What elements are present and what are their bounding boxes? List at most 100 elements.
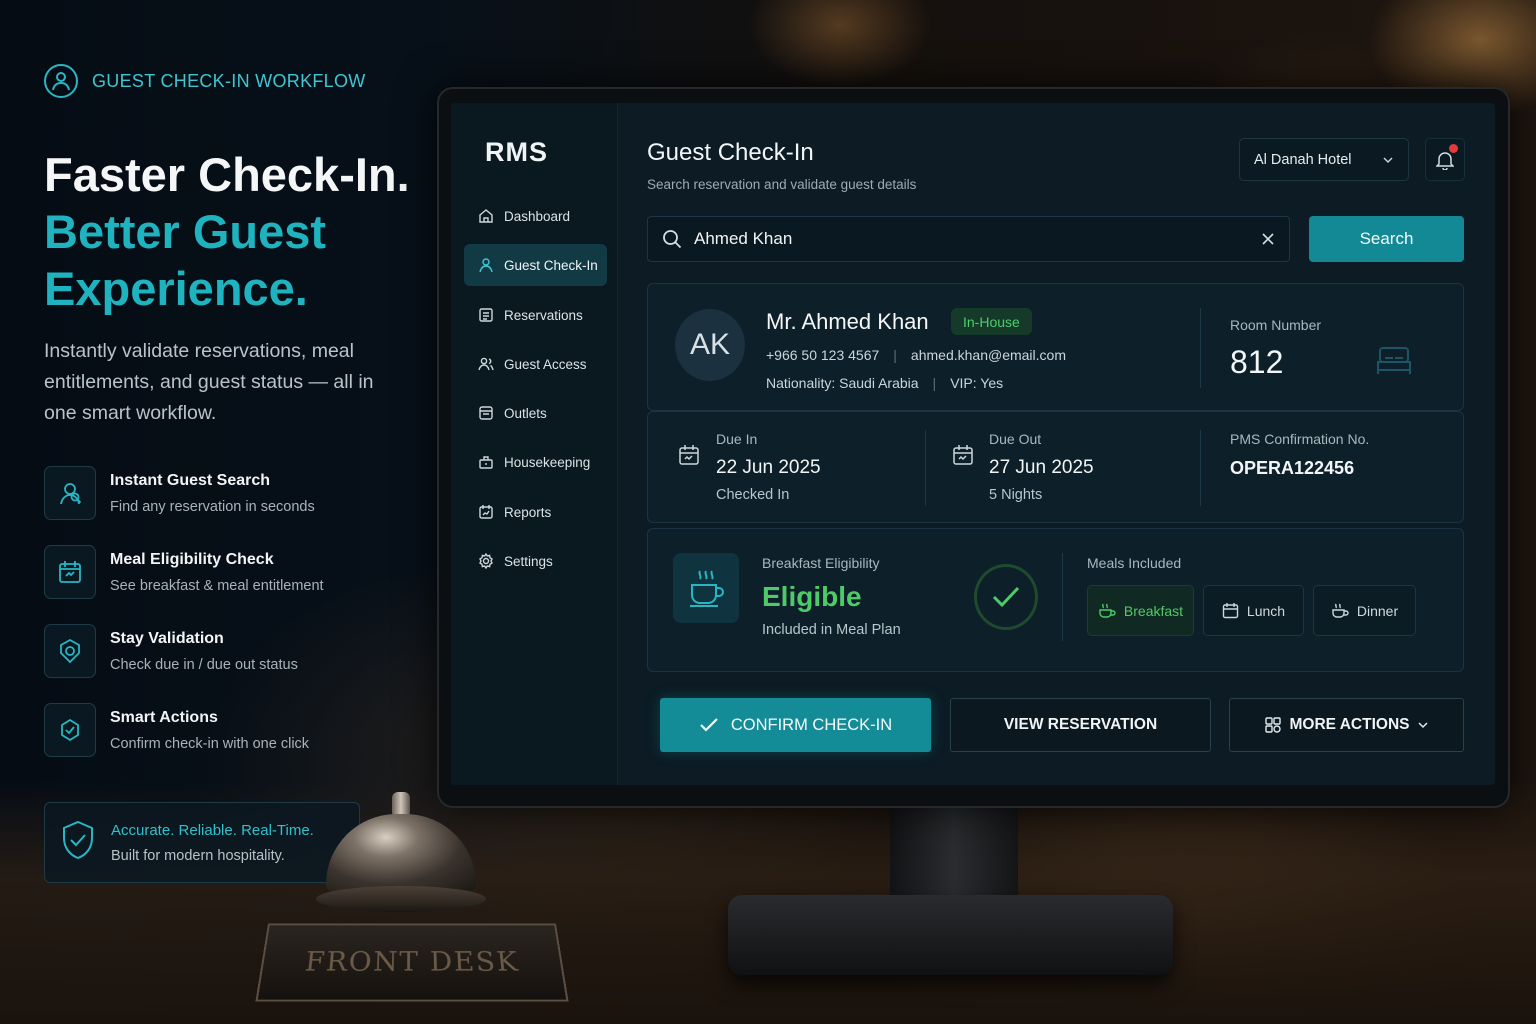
calendar-icon <box>1222 603 1239 619</box>
search-button[interactable]: Search <box>1309 216 1464 262</box>
sidebar-item-label: Dashboard <box>504 208 571 224</box>
eligibility-status: Eligible <box>762 581 862 612</box>
sidebar: RMS Dashboard Guest Check-In Reservation… <box>451 103 618 785</box>
headline-line-2: Better Guest Experience. <box>44 205 327 315</box>
meal-dinner[interactable]: Dinner <box>1313 585 1416 636</box>
divider <box>1062 553 1063 641</box>
guest-name: Mr. Ahmed Khan <box>766 309 929 334</box>
guest-icon <box>44 64 78 98</box>
notification-dot <box>1449 144 1458 153</box>
hero-description: Instantly validate reservations, meal en… <box>44 340 374 424</box>
monitor-base <box>728 895 1173 975</box>
workflow-header: GUEST CHECK-IN WORKFLOW <box>44 64 366 98</box>
hotel-select-value: Al Danah Hotel <box>1254 151 1352 168</box>
sidebar-item-label: Guest Check-In <box>504 257 598 273</box>
meal-label: Lunch <box>1246 602 1286 619</box>
feature-title: Smart Actions <box>110 709 218 726</box>
validation-icon <box>44 624 96 678</box>
front-desk-plaque: FRONT DESK <box>255 923 569 1002</box>
divider <box>1200 308 1201 388</box>
housekeeping-icon <box>479 456 493 469</box>
meal-breakfast[interactable]: Breakfast <box>1087 585 1194 636</box>
shield-check-icon <box>61 820 95 865</box>
guest-phone: +966 50 123 4567 <box>766 347 880 363</box>
guest-search-icon <box>44 466 96 520</box>
feature-title: Instant Guest Search <box>110 472 271 489</box>
guest-search-bar <box>647 216 1290 262</box>
sidebar-item-label: Reservations <box>504 307 583 323</box>
search-icon <box>663 230 682 249</box>
hotel-select[interactable]: Al Danah Hotel <box>1239 138 1409 181</box>
sidebar-item-settings[interactable]: Settings <box>464 540 607 582</box>
store-icon <box>479 406 493 420</box>
sidebar-item-label: Guest Access <box>504 356 587 372</box>
bed-icon <box>1377 347 1411 374</box>
pms-number: OPERA122456 <box>1230 458 1355 478</box>
guest-nationality: Nationality: Saudi Arabia <box>766 375 919 391</box>
guest-contact: +966 50 123 4567 | ahmed.khan@email.com <box>766 347 1066 363</box>
gear-icon <box>479 553 493 569</box>
notification-button[interactable] <box>1425 138 1465 181</box>
meal-card: Breakfast Eligibility Eligible Included … <box>647 528 1464 672</box>
sidebar-item-reports[interactable]: Reports <box>464 491 607 533</box>
sidebar-item-reservations[interactable]: Reservations <box>464 294 607 336</box>
room-number: 812 <box>1230 344 1284 380</box>
guest-card: AK Mr. Ahmed Khan In-House +966 50 123 4… <box>647 283 1464 411</box>
report-icon <box>479 505 493 519</box>
meal-label: Dinner <box>1356 602 1399 619</box>
sidebar-item-outlets[interactable]: Outlets <box>464 392 607 434</box>
smart-action-icon <box>44 703 96 757</box>
sidebar-item-guest-access[interactable]: Guest Access <box>464 343 607 385</box>
feature-title: Meal Eligibility Check <box>110 551 274 568</box>
sidebar-item-dashboard[interactable]: Dashboard <box>464 195 607 237</box>
feature-subtitle: Check due in / due out status <box>110 657 298 673</box>
room-label: Room Number <box>1230 317 1322 333</box>
chevron-down-icon <box>1383 156 1393 163</box>
headline-line-1: Faster Check-In. <box>44 148 410 201</box>
sidebar-item-label: Reports <box>504 504 552 520</box>
more-actions-button[interactable]: MORE ACTIONS <box>1229 698 1464 752</box>
coffee-icon <box>1332 603 1349 618</box>
nights-count: 5 Nights <box>989 487 1043 503</box>
more-actions-label: MORE ACTIONS <box>1289 716 1410 733</box>
clear-icon[interactable] <box>1261 232 1275 246</box>
users-icon <box>478 357 494 371</box>
meal-lunch[interactable]: Lunch <box>1203 585 1304 636</box>
feature-subtitle: Find any reservation in seconds <box>110 499 315 515</box>
page-title: Guest Check-In <box>647 139 814 166</box>
breakfast-eligibility-label: Breakfast Eligibility <box>762 555 880 571</box>
calendar-icon <box>953 445 973 465</box>
check-circle-icon <box>974 564 1038 630</box>
search-input[interactable] <box>694 229 1249 249</box>
home-icon <box>479 209 493 223</box>
feature-subtitle: Confirm check-in with one click <box>110 736 310 752</box>
divider <box>1200 430 1201 506</box>
due-out-label: Due Out <box>989 431 1042 447</box>
due-in-label: Due In <box>716 431 758 447</box>
list-icon <box>479 308 493 322</box>
plaque-text: FRONT DESK <box>303 945 521 977</box>
calendar-icon <box>44 545 96 599</box>
note-subtitle: Built for modern hospitality. <box>111 847 285 864</box>
coffee-icon <box>1099 603 1116 618</box>
app-logo: RMS <box>485 137 548 167</box>
stay-card: Due In 22 Jun 2025 Checked In Due Out 27… <box>647 411 1464 523</box>
meal-label: Breakfast <box>1123 602 1184 619</box>
reliability-note: Accurate. Reliable. Real-Time. Built for … <box>44 802 360 883</box>
sidebar-item-label: Housekeeping <box>504 454 591 470</box>
due-in-date: 22 Jun 2025 <box>716 457 821 478</box>
sidebar-item-guest-check-in[interactable]: Guest Check-In <box>464 244 607 286</box>
pms-label: PMS Confirmation No. <box>1230 431 1370 447</box>
view-reservation-button[interactable]: VIEW RESERVATION <box>950 698 1211 752</box>
more-actions-icon <box>1264 717 1281 733</box>
sidebar-item-label: Settings <box>504 553 553 569</box>
guest-email: ahmed.khan@email.com <box>910 347 1066 363</box>
feature-subtitle: See breakfast & meal entitlement <box>110 578 324 594</box>
confirm-label: CONFIRM CHECK-IN <box>730 715 893 734</box>
meals-included-label: Meals Included <box>1087 555 1182 571</box>
sidebar-item-housekeeping[interactable]: Housekeeping <box>464 441 607 483</box>
workflow-tag: GUEST CHECK-IN WORKFLOW <box>92 70 366 91</box>
chevron-down-icon <box>1418 722 1429 729</box>
feature-item: Stay Validation Check due in / due out st… <box>44 624 298 678</box>
confirm-check-in-button[interactable]: CONFIRM CHECK-IN <box>660 698 931 752</box>
